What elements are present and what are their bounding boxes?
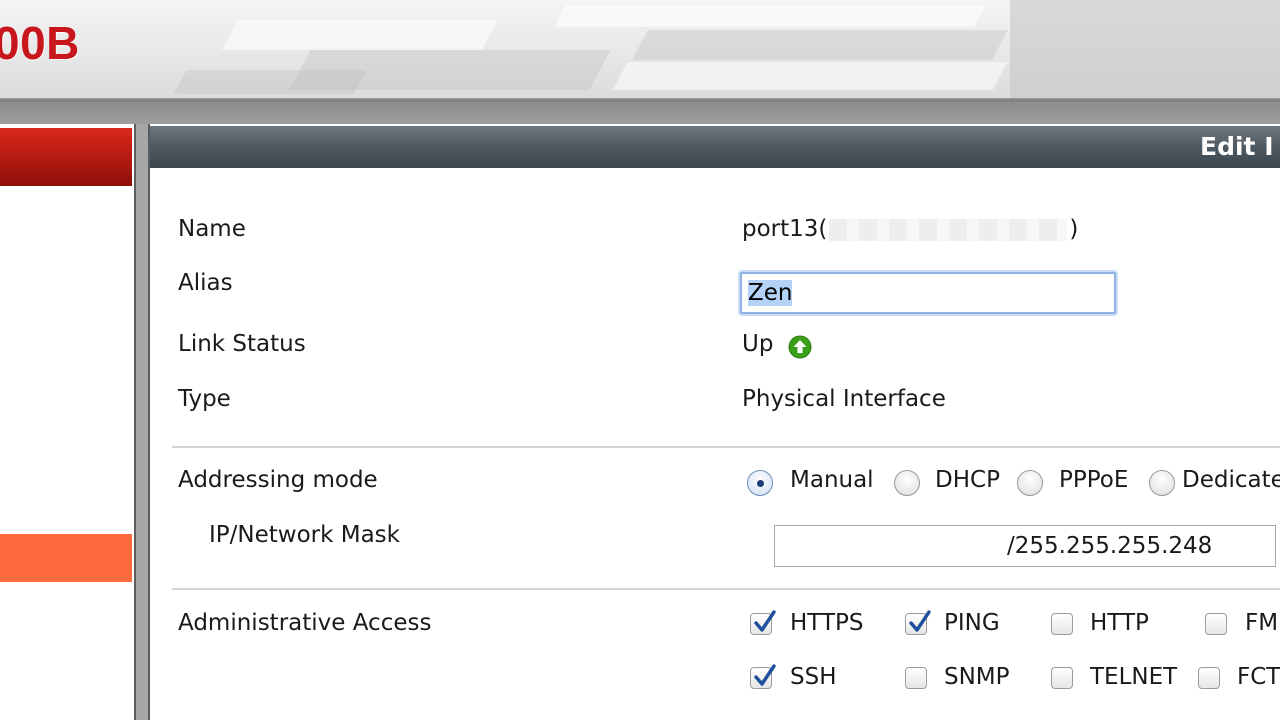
alias-input-value: Zen: [748, 280, 793, 306]
banner-decoration: [632, 30, 1008, 60]
checkbox-snmp-label[interactable]: SNMP: [944, 662, 1010, 692]
radio-dhcp-label[interactable]: DHCP: [935, 465, 1000, 495]
checkbox-ssh-label[interactable]: SSH: [790, 662, 837, 692]
checkbox-https[interactable]: [750, 610, 776, 635]
alias-input[interactable]: Zen: [740, 272, 1116, 314]
banner-decoration: [554, 5, 986, 27]
checkbox-ssh[interactable]: [750, 664, 776, 689]
checkmark-icon: [754, 610, 776, 632]
sidebar-item-selected[interactable]: [0, 534, 132, 582]
panel-title: Edit I: [1200, 132, 1274, 161]
sidebar-header[interactable]: [0, 128, 132, 186]
checkbox-fct[interactable]: [1198, 667, 1220, 689]
name-value: port13(): [742, 214, 1078, 244]
type-value: Physical Interface: [742, 386, 946, 412]
banner-decoration: [173, 70, 367, 94]
checkmark-icon: [909, 610, 931, 632]
section-divider: [172, 446, 1280, 448]
app-header: 00B: [0, 0, 1280, 98]
sidebar: s: [0, 124, 136, 720]
banner-decoration: [612, 62, 1008, 90]
radio-dedicated-label[interactable]: Dedicate: [1182, 465, 1280, 495]
radio-pppoe-label[interactable]: PPPoE: [1059, 465, 1128, 495]
ip-mask-input[interactable]: /255.255.255.248: [774, 525, 1276, 567]
addressing-mode-label: Addressing mode: [178, 467, 378, 493]
checkbox-fm[interactable]: [1205, 613, 1227, 635]
admin-access-label: Administrative Access: [178, 610, 432, 636]
checkbox-ping-label[interactable]: PING: [944, 608, 1000, 638]
radio-dedicated[interactable]: [1149, 470, 1175, 496]
banner-shade: [1010, 0, 1280, 98]
frame-gutter: [136, 124, 148, 720]
panel-titlebar: Edit I: [150, 126, 1280, 168]
product-logo-text: 00B: [0, 17, 80, 69]
checkbox-http[interactable]: [1051, 613, 1073, 635]
radio-dhcp[interactable]: [894, 470, 920, 496]
name-value-prefix: port13(: [742, 216, 828, 242]
alias-label: Alias: [178, 270, 233, 296]
radio-manual-label[interactable]: Manual: [790, 465, 874, 495]
checkbox-telnet[interactable]: [1051, 667, 1073, 689]
header-divider-bar: [0, 98, 1280, 124]
name-label: Name: [178, 216, 246, 242]
checkbox-fct-label[interactable]: FCT: [1237, 662, 1280, 692]
link-status-label: Link Status: [178, 331, 306, 357]
checkbox-fm-label[interactable]: FM: [1245, 608, 1278, 638]
radio-manual[interactable]: [747, 470, 773, 496]
arrow-up-circle-icon: [788, 335, 812, 359]
link-status-value: Up: [742, 331, 774, 357]
ip-mask-input-value: /255.255.255.248: [1007, 533, 1213, 559]
checkbox-snmp[interactable]: [905, 667, 927, 689]
banner-decoration: [222, 20, 498, 50]
ip-mask-label: IP/Network Mask: [209, 522, 400, 548]
redacted-text: [829, 218, 1068, 241]
section-divider: [172, 588, 1280, 590]
edit-interface-panel: Edit I Name port13() Alias Zen Link Stat…: [148, 124, 1280, 720]
checkbox-http-label[interactable]: HTTP: [1090, 608, 1149, 638]
checkbox-telnet-label[interactable]: TELNET: [1090, 662, 1177, 692]
checkmark-icon: [754, 664, 776, 686]
radio-pppoe[interactable]: [1017, 470, 1043, 496]
name-value-suffix: ): [1069, 216, 1079, 242]
type-label: Type: [178, 386, 231, 412]
checkbox-https-label[interactable]: HTTPS: [790, 608, 863, 638]
checkbox-ping[interactable]: [905, 610, 931, 635]
